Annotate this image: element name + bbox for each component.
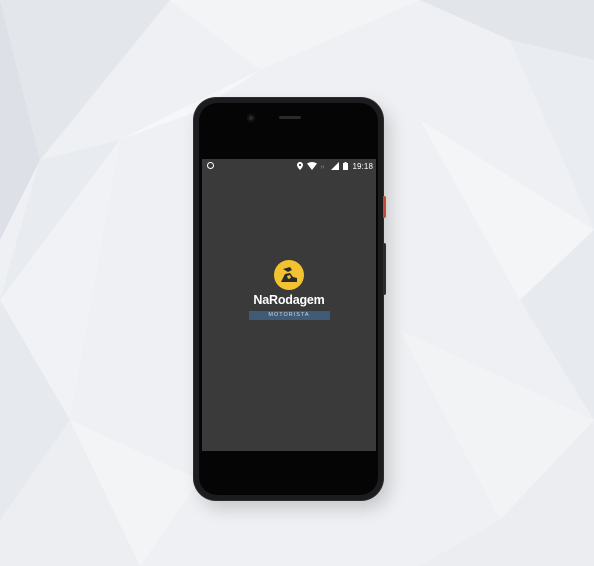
volume-button bbox=[383, 243, 386, 295]
app-name: NaRodagem bbox=[253, 293, 325, 307]
roaming-icon: H bbox=[321, 164, 324, 169]
truck-driver-icon bbox=[281, 267, 297, 282]
power-button bbox=[383, 196, 386, 218]
status-icons: H 19:18 bbox=[297, 160, 373, 172]
app-subtitle-badge: MOTORISTA bbox=[248, 311, 330, 320]
svg-text:H: H bbox=[321, 164, 324, 169]
app-logo bbox=[274, 260, 304, 290]
splash-screen: H 19:18 NaRodagem MOTORISTA bbox=[202, 159, 376, 451]
record-dot-icon bbox=[207, 162, 214, 169]
wifi-icon bbox=[307, 162, 318, 170]
location-icon bbox=[297, 162, 304, 170]
status-time: 19:18 bbox=[352, 161, 373, 171]
battery-icon bbox=[343, 162, 349, 170]
status-bar: H 19:18 bbox=[202, 159, 376, 173]
presentation-background: H 19:18 NaRodagem MOTORISTA bbox=[0, 0, 594, 566]
front-camera bbox=[247, 114, 255, 122]
app-logo-group: NaRodagem MOTORISTA bbox=[202, 260, 376, 320]
earpiece-speaker bbox=[279, 116, 301, 119]
signal-icon bbox=[331, 162, 340, 170]
